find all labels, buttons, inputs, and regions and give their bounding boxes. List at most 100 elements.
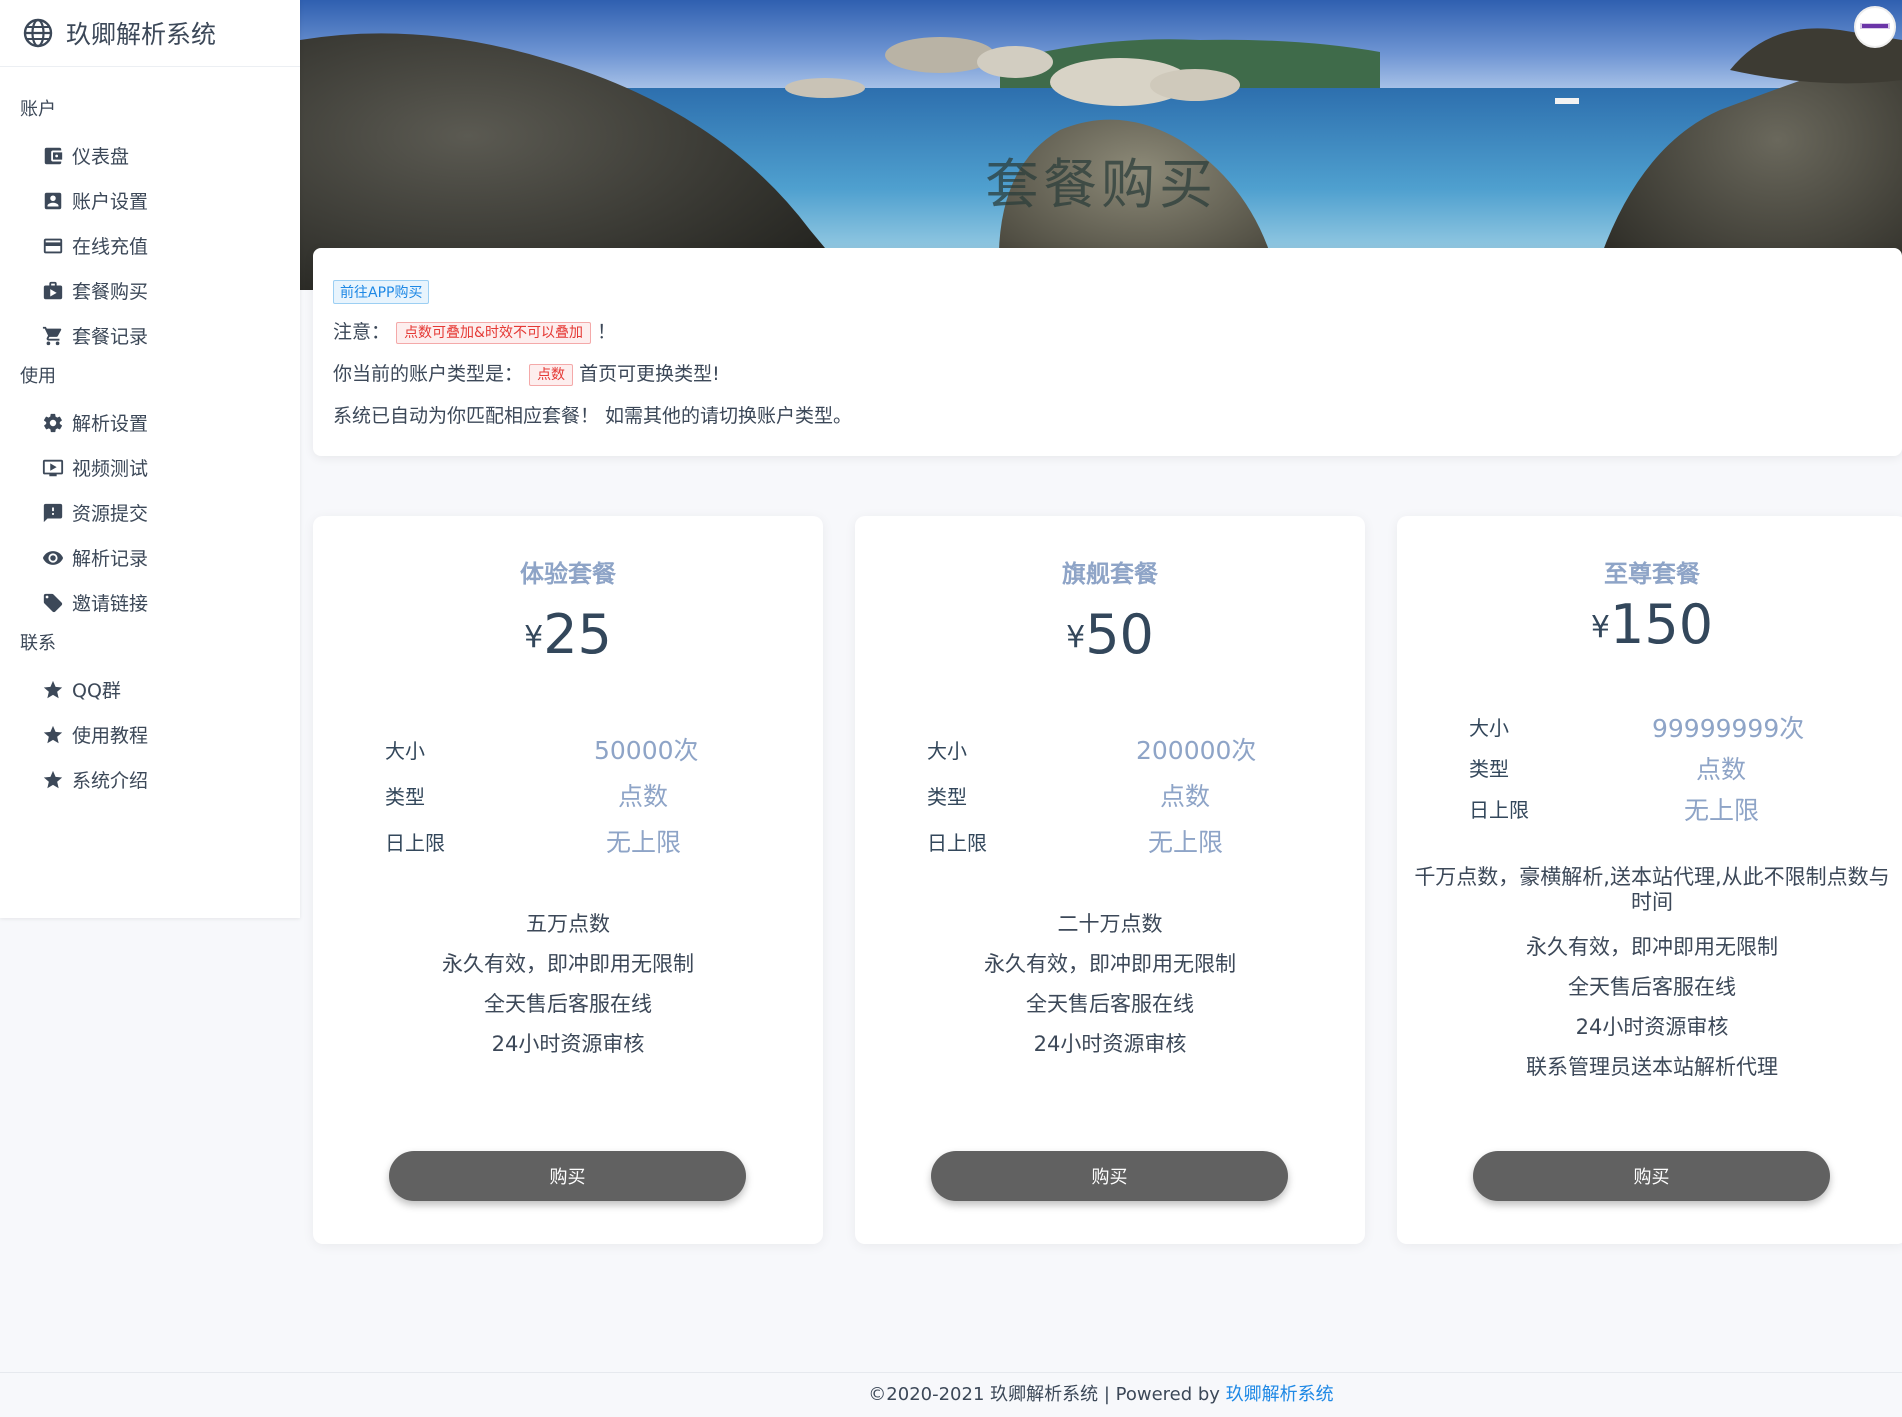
feature-item: 24小时资源审核 — [1033, 1032, 1187, 1056]
feature-item: 全天售后客服在线 — [1026, 992, 1194, 1016]
plan-specs: 大小 200000次 类型 点数 日上限 无上限 — [855, 726, 1365, 864]
brand-title: 玖卿解析系统 — [66, 20, 217, 49]
star-icon — [42, 724, 64, 746]
sidebar-item-label: 资源提交 — [72, 503, 149, 525]
star-icon — [42, 679, 64, 701]
buy-button[interactable]: 购买 — [931, 1151, 1288, 1201]
plan-features: 五万点数 永久有效，即冲即用无限制 全天售后客服在线 24小时资源审核 — [313, 904, 823, 1064]
price-value: 50 — [1085, 603, 1154, 666]
spec-key: 大小 — [927, 738, 967, 763]
gear-icon — [42, 412, 64, 434]
sidebar-item-label: 解析记录 — [72, 548, 149, 570]
feature-item: 24小时资源审核 — [1575, 1015, 1729, 1039]
sidebar-item-label: 在线充值 — [72, 236, 149, 258]
plan-card-flagship: 旗舰套餐 ¥50 大小 200000次 类型 点数 日上限 无上限 二十万点数 永久有… — [855, 516, 1365, 1244]
feedback-icon — [42, 502, 64, 524]
spec-row-type: 类型 点数 — [1397, 747, 1902, 788]
footer: ©2020-2021 玖卿解析系统 | Powered by 玖卿解析系统 — [0, 1372, 1902, 1417]
buy-button[interactable]: 购买 — [389, 1151, 746, 1201]
feature-item: 千万点数，豪横解析,送本站代理,从此不限制点数与时间 — [1414, 865, 1890, 914]
spec-row-daily-limit: 日上限 无上限 — [855, 818, 1365, 864]
sidebar-item-recharge[interactable]: 在线充值 — [0, 223, 300, 268]
plan-name: 体验套餐 — [520, 560, 616, 588]
spec-value: 无上限 — [606, 828, 682, 857]
spec-value: 99999999次 — [1652, 713, 1805, 743]
sidebar-item-parse-records[interactable]: 解析记录 — [0, 535, 300, 580]
spec-value: 点数 — [1160, 782, 1211, 811]
buy-button[interactable]: 购买 — [1473, 1151, 1830, 1201]
spec-value: 点数 — [1696, 754, 1747, 784]
play-screen-icon — [42, 457, 64, 479]
plan-specs: 大小 99999999次 类型 点数 日上限 无上限 — [1397, 706, 1902, 829]
price-value: 150 — [1610, 593, 1714, 656]
spec-value: 200000次 — [1136, 736, 1257, 765]
sidebar-item-label: 账户设置 — [72, 191, 149, 213]
spec-key: 类型 — [927, 784, 967, 809]
spec-value: 无上限 — [1684, 795, 1760, 825]
sidebar-item-tutorial[interactable]: 使用教程 — [0, 712, 300, 757]
nav-section-account: 账户 — [20, 99, 56, 120]
spec-key: 日上限 — [385, 830, 445, 855]
sidebar-item-account-settings[interactable]: 账户设置 — [0, 178, 300, 223]
briefcase-icon — [42, 280, 64, 302]
sidebar-item-invite-link[interactable]: 邀请链接 — [0, 580, 300, 625]
sidebar-item-label: 解析设置 — [72, 413, 149, 435]
cart-icon — [42, 325, 64, 347]
account-type-hint: 首页可更换类型! — [579, 363, 720, 385]
plan-specs: 大小 50000次 类型 点数 日上限 无上限 — [313, 726, 823, 864]
spec-key: 日上限 — [1469, 798, 1529, 822]
currency-symbol: ¥ — [1590, 610, 1610, 645]
sidebar-item-plan-records[interactable]: 套餐记录 — [0, 313, 300, 358]
globe-icon — [23, 18, 53, 48]
sidebar-item-resource-submit[interactable]: 资源提交 — [0, 490, 300, 535]
spec-row-size: 大小 99999999次 — [1397, 706, 1902, 747]
currency-symbol: ¥ — [524, 620, 544, 655]
spec-row-type: 类型 点数 — [313, 772, 823, 818]
account-type-badge: 点数 — [529, 364, 574, 386]
spec-key: 大小 — [1469, 716, 1509, 740]
feature-item: 二十万点数 — [1057, 912, 1163, 936]
notice-card: 前往APP购买 注意： 点数可叠加&时效不可以叠加 ！ 你当前的账户类型是： 点… — [313, 248, 1902, 456]
spec-value: 点数 — [618, 782, 669, 811]
sidebar-item-label: 套餐记录 — [72, 326, 149, 348]
sidebar-item-system-intro[interactable]: 系统介绍 — [0, 757, 300, 802]
sidebar-item-label: 套餐购买 — [72, 281, 149, 303]
sidebar-item-label: 邀请链接 — [72, 593, 149, 615]
feature-item: 永久有效，即冲即用无限制 — [442, 952, 694, 976]
plan-name: 旗舰套餐 — [1062, 560, 1158, 588]
sidebar: 玖卿解析系统 账户 仪表盘 账户设置 在线充值 套餐购买 套餐记录 使用 解析设… — [0, 0, 300, 918]
price-value: 25 — [543, 603, 612, 666]
star-icon — [42, 769, 64, 791]
notice-line-auto-match: 系统已自动为你匹配相应套餐！ 如需其他的请切换账户类型。 — [333, 405, 853, 427]
avatar[interactable] — [1854, 6, 1896, 48]
page-title: 套餐购买 — [985, 153, 1217, 216]
sidebar-item-qq-group[interactable]: QQ群 — [0, 667, 300, 712]
spec-value: 50000次 — [594, 736, 699, 765]
sidebar-item-video-test[interactable]: 视频测试 — [0, 445, 300, 490]
notice-label: 注意： — [333, 321, 391, 343]
spec-key: 日上限 — [927, 830, 987, 855]
sidebar-item-label: 使用教程 — [72, 725, 149, 747]
notice-line-account-type: 你当前的账户类型是： 点数 首页可更换类型! — [333, 360, 1882, 388]
nav-section-usage: 使用 — [20, 366, 56, 387]
feature-item: 全天售后客服在线 — [1568, 975, 1736, 999]
plan-card-trial: 体验套餐 ¥25 大小 50000次 类型 点数 日上限 无上限 五万点数 永久有效，… — [313, 516, 823, 1244]
sidebar-item-plan-purchase[interactable]: 套餐购买 — [0, 268, 300, 313]
brand[interactable]: 玖卿解析系统 — [0, 0, 300, 67]
sidebar-item-label: QQ群 — [72, 680, 121, 702]
footer-link[interactable]: 玖卿解析系统 — [1226, 1384, 1334, 1405]
feature-item: 全天售后客服在线 — [484, 992, 652, 1016]
plan-name: 至尊套餐 — [1604, 560, 1700, 588]
plan-card-supreme: 至尊套餐 ¥150 大小 99999999次 类型 点数 日上限 无上限 千万点数，豪… — [1397, 516, 1902, 1244]
credit-card-icon — [42, 235, 64, 257]
sidebar-item-parse-settings[interactable]: 解析设置 — [0, 400, 300, 445]
avatar-logo-icon — [1860, 23, 1890, 29]
sidebar-item-label: 仪表盘 — [72, 146, 130, 168]
sidebar-item-dashboard[interactable]: 仪表盘 — [0, 133, 300, 178]
app-purchase-link[interactable]: 前往APP购买 — [333, 280, 430, 304]
spec-value: 无上限 — [1148, 828, 1224, 857]
hero-banner: 套餐购买 — [300, 0, 1902, 290]
plan-features: 千万点数，豪横解析,送本站代理,从此不限制点数与时间 永久有效，即冲即用无限制 … — [1397, 865, 1902, 1087]
nav-section-contact: 联系 — [20, 633, 56, 654]
account-type-label: 你当前的账户类型是： — [333, 363, 524, 385]
